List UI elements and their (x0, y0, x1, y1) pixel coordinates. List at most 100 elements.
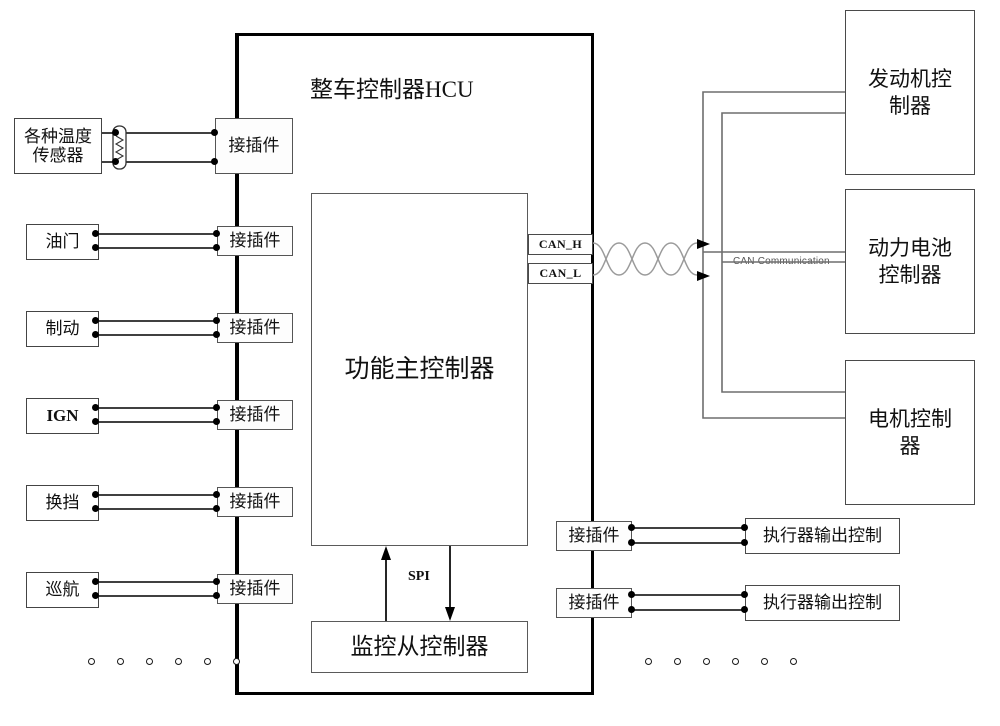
can-port-high: CAN_H (528, 234, 593, 255)
actuator-output-box-1: 执行器输出控制 (745, 518, 900, 554)
ecu-label-line1: 发动机控 (868, 67, 952, 92)
slave-controller-box: 监控从控制器 (311, 621, 528, 673)
terminal-node (92, 592, 99, 599)
terminal-node (213, 404, 220, 411)
can-bus-routing (702, 91, 845, 419)
connector-left-cruise: 接插件 (217, 574, 293, 604)
ecu-label-line2: 器 (899, 433, 921, 458)
sensor-box-throttle: 油门 (26, 224, 99, 260)
main-controller-box: 功能主控制器 (311, 193, 528, 546)
connector-right-actuator-1: 接插件 (556, 521, 632, 551)
ellipsis-right (645, 658, 797, 665)
ecu-label-line1: 电机控制 (868, 407, 952, 432)
can-twisted-pair (592, 242, 706, 276)
actuator-label: 执行器输出控制 (763, 593, 882, 613)
terminal-node (92, 505, 99, 512)
ellipsis-left (88, 658, 240, 665)
connector-left-gearshift: 接插件 (217, 487, 293, 517)
terminal-node (741, 539, 748, 546)
ecu-box-engine-controller: 发动机控 制器 (845, 10, 975, 175)
terminal-node (211, 129, 218, 136)
sensor-box-brake: 制动 (26, 311, 99, 347)
actuator-output-box-2: 执行器输出控制 (745, 585, 900, 621)
terminal-node (628, 606, 635, 613)
terminal-node (92, 331, 99, 338)
can-port-low: CAN_L (528, 263, 593, 284)
terminal-node (213, 418, 220, 425)
connector-label: 接插件 (229, 231, 281, 251)
actuator-label: 执行器输出控制 (763, 526, 882, 546)
terminal-node (92, 404, 99, 411)
sensor-box-ign: IGN (26, 398, 99, 434)
sensor-label: 油门 (45, 232, 80, 252)
ecu-box-motor-controller: 电机控制 器 (845, 360, 975, 505)
connector-left-ign: 接插件 (217, 400, 293, 430)
can-port-label: CAN_L (539, 265, 582, 280)
terminal-node (213, 230, 220, 237)
sensor-box-cruise: 巡航 (26, 572, 99, 608)
terminal-node (213, 331, 220, 338)
terminal-node (213, 592, 220, 599)
terminal-node (213, 505, 220, 512)
connector-label: 接插件 (229, 492, 281, 512)
connector-label: 接插件 (568, 593, 620, 613)
terminal-node (92, 578, 99, 585)
sensor-label: IGN (46, 406, 79, 426)
connector-label: 接插件 (229, 579, 281, 599)
sensor-label: 巡航 (45, 580, 80, 600)
slave-controller-label: 监控从控制器 (350, 634, 489, 660)
diagram-canvas: 整车控制器HCU 各种温度 传感器 油门 制动 IGN 换挡 巡航 接插件 接插… (0, 0, 1000, 726)
ellipsis-dot (732, 658, 739, 665)
terminal-node (213, 491, 220, 498)
connector-label: 接插件 (229, 318, 281, 338)
ellipsis-dot (88, 658, 95, 665)
can-port-label: CAN_H (538, 236, 583, 251)
ellipsis-dot (761, 658, 768, 665)
spi-label: SPI (408, 569, 430, 584)
ellipsis-dot (175, 658, 182, 665)
ecu-label-line2: 控制器 (878, 262, 942, 287)
hcu-title: 整车控制器HCU (310, 77, 474, 102)
sensor-box-gearshift: 换挡 (26, 485, 99, 521)
main-controller-label: 功能主控制器 (344, 355, 495, 383)
ellipsis-dot (703, 658, 710, 665)
connector-right-actuator-2: 接插件 (556, 588, 632, 618)
ellipsis-dot (117, 658, 124, 665)
connector-left-brake: 接插件 (217, 313, 293, 343)
terminal-node (741, 591, 748, 598)
terminal-node (741, 606, 748, 613)
ellipsis-dot (146, 658, 153, 665)
terminal-node (92, 244, 99, 251)
sensor-label-line2: 传感器 (32, 146, 84, 165)
ellipsis-dot (233, 658, 240, 665)
terminal-node (213, 317, 220, 324)
connector-label: 接插件 (568, 526, 620, 546)
connector-label: 接插件 (228, 136, 280, 156)
terminal-node (213, 244, 220, 251)
terminal-node (112, 129, 119, 136)
terminal-node (628, 591, 635, 598)
connector-label: 接插件 (229, 405, 281, 425)
ellipsis-dot (204, 658, 211, 665)
terminal-node (741, 524, 748, 531)
connector-left-temperature: 接插件 (215, 118, 293, 174)
terminal-node (213, 578, 220, 585)
sensor-label: 制动 (45, 319, 80, 339)
terminal-node (92, 418, 99, 425)
terminal-node (92, 491, 99, 498)
ellipsis-dot (790, 658, 797, 665)
can-communication-label: CAN Communication (733, 256, 830, 267)
terminal-node (92, 230, 99, 237)
terminal-node (628, 539, 635, 546)
terminal-node (112, 158, 119, 165)
sensor-label: 换挡 (45, 493, 80, 513)
sensor-box-temperature: 各种温度 传感器 (14, 118, 102, 174)
terminal-node (628, 524, 635, 531)
sensor-label-line1: 各种温度 (24, 126, 92, 146)
terminal-node (211, 158, 218, 165)
ecu-label-line1: 动力电池 (868, 236, 952, 261)
can-arrowheads (697, 239, 710, 281)
ecu-label-line2: 制器 (889, 93, 931, 118)
connector-left-throttle: 接插件 (217, 226, 293, 256)
terminal-node (92, 317, 99, 324)
